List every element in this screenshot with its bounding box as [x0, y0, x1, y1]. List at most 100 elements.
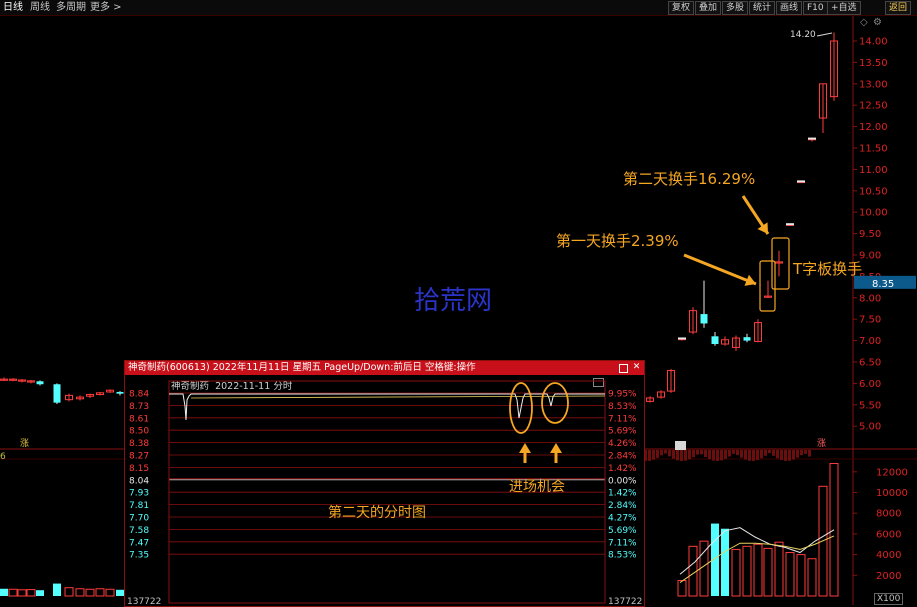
- volume-bar: [75, 588, 85, 597]
- price-tick-label: 5.50: [859, 400, 881, 411]
- price-tick-label: 7.00: [859, 336, 881, 347]
- price-tick-label: 7.50: [859, 315, 881, 326]
- price-tick-label: 14.00: [859, 37, 888, 48]
- indicator-bar: [652, 450, 655, 460]
- volume-ma-line-2: [679, 535, 835, 583]
- price-tick-label: 9.50: [859, 229, 881, 240]
- right-pct-tick: 8.53%: [608, 402, 637, 412]
- popup-bottom-right: 137722: [608, 597, 642, 605]
- indicator-bar: [704, 450, 707, 458]
- volume-unit-label: X100: [874, 593, 904, 605]
- indicator-bar: [720, 450, 723, 461]
- volume-bar: [763, 547, 773, 597]
- left-price-tick: 8.38: [129, 439, 149, 449]
- indicator-bar: [776, 450, 779, 459]
- volume-bar: [64, 587, 74, 597]
- indicator-bar: [700, 450, 703, 455]
- indicator-bar: [724, 450, 727, 459]
- right-pct-tick: 5.69%: [608, 526, 637, 536]
- indicator-bar: [768, 450, 771, 454]
- indicator-bar: [808, 450, 811, 457]
- volume-ma-line-1: [679, 527, 835, 575]
- indicator-bar: [728, 450, 731, 457]
- indicator-bar: [760, 450, 763, 459]
- indicator-bar: [752, 450, 755, 461]
- right-pct-tick: 0.00%: [608, 476, 637, 486]
- right-tag: 涨: [817, 439, 827, 449]
- volume-bar: [53, 583, 61, 596]
- indicator-bar: [748, 450, 751, 461]
- close-icon[interactable]: ✕: [631, 362, 642, 373]
- indicator-bar: [744, 450, 747, 460]
- diamond-icon[interactable]: ◇: [860, 17, 868, 28]
- volume-bar: [774, 541, 784, 597]
- maximize-icon[interactable]: [619, 364, 628, 373]
- indicator-bar: [736, 450, 739, 456]
- price-tick-label: 12.50: [859, 101, 888, 112]
- candle-body: [53, 384, 61, 403]
- volume-bar: [721, 528, 729, 596]
- volume-tick-label: 8000: [876, 509, 901, 520]
- entry-arrow-1-head: [519, 443, 531, 453]
- left-price-tick: 7.81: [129, 501, 149, 511]
- indicator-bar: [800, 450, 803, 456]
- left-price-tick: 7.58: [129, 526, 149, 536]
- left-price-tick: 7.70: [129, 514, 149, 524]
- indicator-bar: [648, 450, 651, 461]
- candle-body: [36, 381, 44, 385]
- indicator-bar: [756, 450, 759, 461]
- candle-body: [743, 337, 751, 341]
- day1-arrow: [683, 253, 757, 286]
- right-pct-tick: 2.84%: [608, 452, 637, 462]
- volume-bar: [26, 589, 36, 597]
- popup-titlebar[interactable]: 神奇制药(600613) 2022年11月11日 星期五 PageUp/Down…: [125, 361, 644, 375]
- right-pct-tick: 8.53%: [608, 551, 637, 561]
- price-tick-label: 13.50: [859, 58, 888, 69]
- right-pct-tick: 5.69%: [608, 427, 637, 437]
- right-pct-tick: 7.11%: [608, 538, 637, 548]
- volume-bar: [36, 590, 44, 596]
- left-price-tick: 8.50: [129, 427, 149, 437]
- watermark: 拾荒网: [414, 286, 493, 316]
- indicator-bar: [804, 450, 807, 454]
- price-tick-label: 8.00: [859, 293, 881, 304]
- indicator-bar: [696, 450, 699, 455]
- right-pct-tick: 7.11%: [608, 414, 637, 424]
- annotation-day1-turnover: 第一天换手2.39%: [556, 232, 679, 250]
- indicator-bar: [680, 450, 683, 461]
- indicator-bar: [784, 450, 787, 461]
- popup-bottom-left: 137722: [127, 597, 161, 605]
- volume-bar: [0, 588, 8, 596]
- left-price-tick: 8.73: [129, 402, 149, 412]
- price-tick-label: 5.00: [859, 422, 881, 433]
- candle-body: [116, 391, 124, 394]
- indicator-bar: [764, 450, 767, 456]
- annotation-entry: 进场机会: [509, 479, 565, 495]
- indicator-bar: [684, 450, 687, 461]
- popup-title: 神奇制药(600613) 2022年11月11日 星期五 PageUp/Down…: [128, 362, 476, 373]
- volume-tick-label: 2000: [876, 571, 901, 582]
- indicator-bar: [712, 450, 715, 461]
- annotation-day2-turnover: 第二天换手16.29%: [623, 170, 756, 188]
- current-price-label: 8.35: [872, 279, 894, 290]
- volume-bar: [17, 589, 27, 597]
- left-price-tick: 8.84: [129, 390, 149, 400]
- price-tick-label: 6.00: [859, 379, 881, 390]
- gear-icon[interactable]: ⚙: [873, 17, 882, 28]
- right-pct-tick: 1.42%: [608, 489, 637, 499]
- volume-bar: [731, 548, 741, 597]
- annotation-intraday: 第二天的分时图: [328, 505, 426, 521]
- indicator-bar: [676, 450, 679, 461]
- intraday-popup[interactable]: 神奇制药(600613) 2022年11月11日 星期五 PageUp/Down…: [124, 360, 645, 607]
- right-pct-tick: 4.27%: [608, 514, 637, 524]
- indicator-bar: [672, 450, 675, 459]
- price-tick-label: 9.00: [859, 251, 881, 262]
- volume-bar: [8, 588, 18, 597]
- indicator-bar: [656, 450, 659, 458]
- volume-bar: [116, 589, 124, 596]
- indicator-bar: [796, 450, 799, 458]
- intraday-chart[interactable]: 8.84 9.95% 8.73 8.53% 8.61 7.11% 8.50 5.69% 8.38…: [125, 375, 644, 605]
- volume-bar: [85, 588, 95, 597]
- price-tick-label: 10.00: [859, 208, 888, 219]
- left-price-tick: 7.93: [129, 489, 149, 499]
